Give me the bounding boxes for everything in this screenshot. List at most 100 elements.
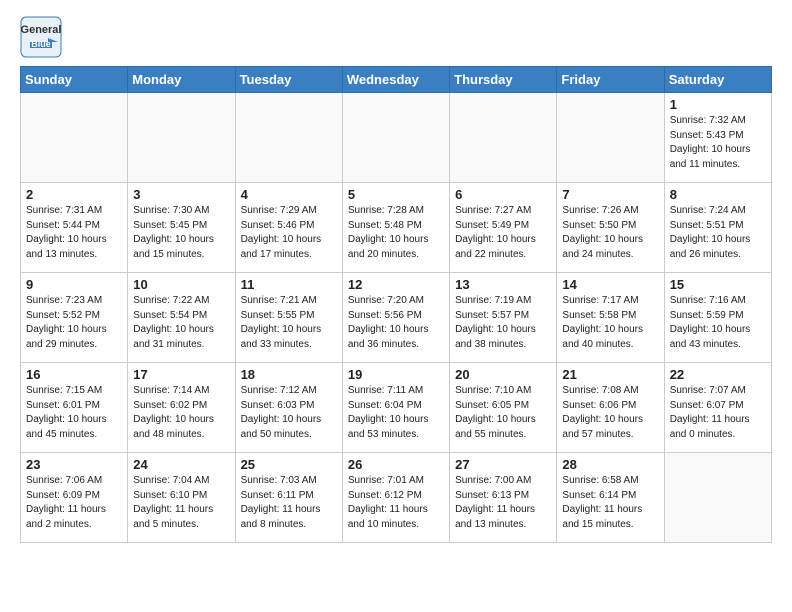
day-info: Sunrise: 7:14 AM Sunset: 6:02 PM Dayligh… <box>133 384 229 442</box>
calendar-cell: 22 Sunrise: 7:07 AM Sunset: 6:07 PM Dayli… <box>664 363 771 453</box>
calendar-cell <box>557 93 664 183</box>
day-number: 2 <box>26 187 122 202</box>
calendar-cell: 7 Sunrise: 7:26 AM Sunset: 5:50 PM Daylig… <box>557 183 664 273</box>
weekday-friday: Friday <box>557 67 664 93</box>
calendar-cell: 27 Sunrise: 7:00 AM Sunset: 6:13 PM Dayli… <box>450 453 557 543</box>
calendar-cell: 1 Sunrise: 7:32 AM Sunset: 5:43 PM Daylig… <box>664 93 771 183</box>
day-number: 4 <box>241 187 337 202</box>
calendar-cell: 6 Sunrise: 7:27 AM Sunset: 5:49 PM Daylig… <box>450 183 557 273</box>
calendar-cell: 17 Sunrise: 7:14 AM Sunset: 6:02 PM Dayli… <box>128 363 235 453</box>
week-row-1: 2 Sunrise: 7:31 AM Sunset: 5:44 PM Daylig… <box>21 183 772 273</box>
page: General Blue SundayMondayTuesdayWednesda… <box>0 0 792 553</box>
day-number: 18 <box>241 367 337 382</box>
week-row-3: 16 Sunrise: 7:15 AM Sunset: 6:01 PM Dayli… <box>21 363 772 453</box>
calendar-cell: 26 Sunrise: 7:01 AM Sunset: 6:12 PM Dayli… <box>342 453 449 543</box>
svg-text:Blue: Blue <box>31 39 51 49</box>
day-info: Sunrise: 7:31 AM Sunset: 5:44 PM Dayligh… <box>26 204 122 262</box>
calendar-cell <box>450 93 557 183</box>
calendar-cell: 28 Sunrise: 6:58 AM Sunset: 6:14 PM Dayli… <box>557 453 664 543</box>
calendar-cell: 12 Sunrise: 7:20 AM Sunset: 5:56 PM Dayli… <box>342 273 449 363</box>
weekday-wednesday: Wednesday <box>342 67 449 93</box>
day-info: Sunrise: 7:21 AM Sunset: 5:55 PM Dayligh… <box>241 294 337 352</box>
day-number: 10 <box>133 277 229 292</box>
day-number: 26 <box>348 457 444 472</box>
calendar-cell: 16 Sunrise: 7:15 AM Sunset: 6:01 PM Dayli… <box>21 363 128 453</box>
day-info: Sunrise: 7:17 AM Sunset: 5:58 PM Dayligh… <box>562 294 658 352</box>
day-info: Sunrise: 7:15 AM Sunset: 6:01 PM Dayligh… <box>26 384 122 442</box>
day-info: Sunrise: 7:01 AM Sunset: 6:12 PM Dayligh… <box>348 474 444 532</box>
calendar-cell: 18 Sunrise: 7:12 AM Sunset: 6:03 PM Dayli… <box>235 363 342 453</box>
week-row-4: 23Sunrise: 7:06 AM Sunset: 6:09 PM Dayli… <box>21 453 772 543</box>
day-info: Sunrise: 7:23 AM Sunset: 5:52 PM Dayligh… <box>26 294 122 352</box>
calendar-cell: 8 Sunrise: 7:24 AM Sunset: 5:51 PM Daylig… <box>664 183 771 273</box>
day-number: 16 <box>26 367 122 382</box>
day-info: Sunrise: 7:20 AM Sunset: 5:56 PM Dayligh… <box>348 294 444 352</box>
logo: General Blue <box>20 16 62 58</box>
day-number: 7 <box>562 187 658 202</box>
day-info: Sunrise: 7:08 AM Sunset: 6:06 PM Dayligh… <box>562 384 658 442</box>
calendar-cell: 23Sunrise: 7:06 AM Sunset: 6:09 PM Dayli… <box>21 453 128 543</box>
day-number: 27 <box>455 457 551 472</box>
weekday-sunday: Sunday <box>21 67 128 93</box>
calendar-cell: 11 Sunrise: 7:21 AM Sunset: 5:55 PM Dayli… <box>235 273 342 363</box>
calendar-cell: 9 Sunrise: 7:23 AM Sunset: 5:52 PM Daylig… <box>21 273 128 363</box>
calendar-cell <box>342 93 449 183</box>
day-info: Sunrise: 7:28 AM Sunset: 5:48 PM Dayligh… <box>348 204 444 262</box>
calendar-cell: 5 Sunrise: 7:28 AM Sunset: 5:48 PM Daylig… <box>342 183 449 273</box>
day-number: 5 <box>348 187 444 202</box>
day-info: Sunrise: 7:10 AM Sunset: 6:05 PM Dayligh… <box>455 384 551 442</box>
day-number: 25 <box>241 457 337 472</box>
header: General Blue <box>20 16 772 58</box>
calendar-cell: 24 Sunrise: 7:04 AM Sunset: 6:10 PM Dayli… <box>128 453 235 543</box>
day-info: Sunrise: 7:26 AM Sunset: 5:50 PM Dayligh… <box>562 204 658 262</box>
day-number: 11 <box>241 277 337 292</box>
day-info: Sunrise: 7:07 AM Sunset: 6:07 PM Dayligh… <box>670 384 766 442</box>
calendar: SundayMondayTuesdayWednesdayThursdayFrid… <box>20 66 772 543</box>
day-number: 21 <box>562 367 658 382</box>
calendar-cell: 15Sunrise: 7:16 AM Sunset: 5:59 PM Dayli… <box>664 273 771 363</box>
day-number: 28 <box>562 457 658 472</box>
weekday-header-row: SundayMondayTuesdayWednesdayThursdayFrid… <box>21 67 772 93</box>
calendar-cell: 3 Sunrise: 7:30 AM Sunset: 5:45 PM Daylig… <box>128 183 235 273</box>
calendar-cell: 10 Sunrise: 7:22 AM Sunset: 5:54 PM Dayli… <box>128 273 235 363</box>
day-info: Sunrise: 7:06 AM Sunset: 6:09 PM Dayligh… <box>26 474 122 532</box>
calendar-cell: 13 Sunrise: 7:19 AM Sunset: 5:57 PM Dayli… <box>450 273 557 363</box>
calendar-cell: 21 Sunrise: 7:08 AM Sunset: 6:06 PM Dayli… <box>557 363 664 453</box>
day-info: Sunrise: 6:58 AM Sunset: 6:14 PM Dayligh… <box>562 474 658 532</box>
day-number: 1 <box>670 97 766 112</box>
day-number: 17 <box>133 367 229 382</box>
calendar-cell: 20 Sunrise: 7:10 AM Sunset: 6:05 PM Dayli… <box>450 363 557 453</box>
day-info: Sunrise: 7:24 AM Sunset: 5:51 PM Dayligh… <box>670 204 766 262</box>
calendar-cell: 4Sunrise: 7:29 AM Sunset: 5:46 PM Daylig… <box>235 183 342 273</box>
day-number: 20 <box>455 367 551 382</box>
day-number: 22 <box>670 367 766 382</box>
day-number: 6 <box>455 187 551 202</box>
day-info: Sunrise: 7:04 AM Sunset: 6:10 PM Dayligh… <box>133 474 229 532</box>
day-info: Sunrise: 7:00 AM Sunset: 6:13 PM Dayligh… <box>455 474 551 532</box>
day-info: Sunrise: 7:32 AM Sunset: 5:43 PM Dayligh… <box>670 114 766 172</box>
day-number: 14 <box>562 277 658 292</box>
day-number: 9 <box>26 277 122 292</box>
day-info: Sunrise: 7:27 AM Sunset: 5:49 PM Dayligh… <box>455 204 551 262</box>
day-info: Sunrise: 7:30 AM Sunset: 5:45 PM Dayligh… <box>133 204 229 262</box>
day-number: 19 <box>348 367 444 382</box>
day-info: Sunrise: 7:11 AM Sunset: 6:04 PM Dayligh… <box>348 384 444 442</box>
calendar-cell <box>664 453 771 543</box>
day-number: 12 <box>348 277 444 292</box>
day-info: Sunrise: 7:19 AM Sunset: 5:57 PM Dayligh… <box>455 294 551 352</box>
day-number: 15 <box>670 277 766 292</box>
svg-text:General: General <box>21 24 62 36</box>
calendar-cell: 19 Sunrise: 7:11 AM Sunset: 6:04 PM Dayli… <box>342 363 449 453</box>
day-number: 13 <box>455 277 551 292</box>
weekday-saturday: Saturday <box>664 67 771 93</box>
day-info: Sunrise: 7:12 AM Sunset: 6:03 PM Dayligh… <box>241 384 337 442</box>
day-number: 3 <box>133 187 229 202</box>
day-info: Sunrise: 7:03 AM Sunset: 6:11 PM Dayligh… <box>241 474 337 532</box>
calendar-cell: 2 Sunrise: 7:31 AM Sunset: 5:44 PM Daylig… <box>21 183 128 273</box>
logo-svg: General Blue <box>20 16 62 58</box>
day-info: Sunrise: 7:22 AM Sunset: 5:54 PM Dayligh… <box>133 294 229 352</box>
day-number: 24 <box>133 457 229 472</box>
weekday-tuesday: Tuesday <box>235 67 342 93</box>
day-number: 8 <box>670 187 766 202</box>
weekday-monday: Monday <box>128 67 235 93</box>
